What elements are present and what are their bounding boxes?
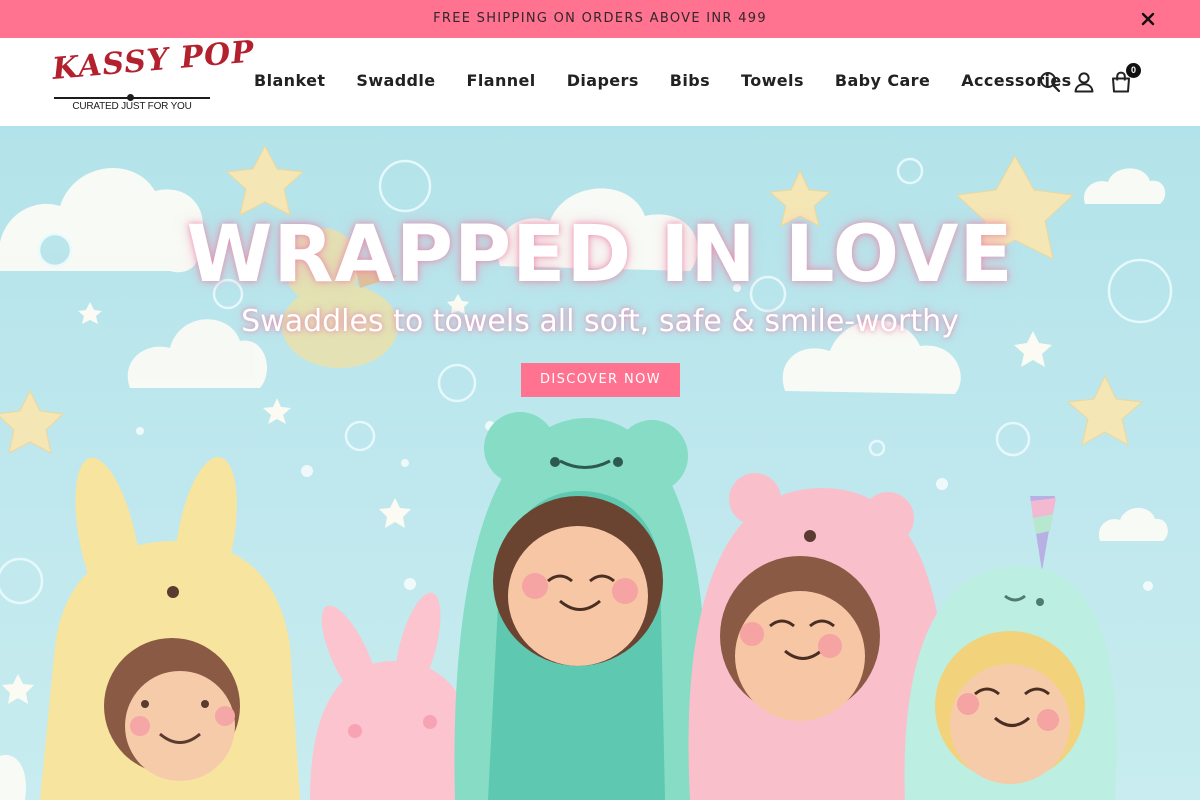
- logo-wordmark: KASSY POP: [50, 34, 257, 87]
- hero-subtitle: Swaddles to towels all soft, safe & smil…: [241, 304, 959, 339]
- user-icon[interactable]: [1073, 71, 1095, 93]
- site-header: KASSY POP CURATED JUST FOR YOU Blanket S…: [0, 34, 1200, 126]
- search-icon[interactable]: [1039, 71, 1061, 93]
- cart-count-badge: 0: [1126, 63, 1141, 78]
- logo-dot: [127, 94, 134, 101]
- logo[interactable]: KASSY POP CURATED JUST FOR YOU: [51, 34, 256, 114]
- nav-item-bibs[interactable]: Bibs: [670, 68, 710, 94]
- announcement-text: FREE SHIPPING ON ORDERS ABOVE INR 499: [433, 11, 767, 26]
- nav-item-swaddle[interactable]: Swaddle: [356, 68, 435, 94]
- nav-item-flannel[interactable]: Flannel: [467, 68, 536, 94]
- nav-item-baby-care[interactable]: Baby Care: [835, 68, 930, 94]
- hero-banner: WRAPPED IN LOVE Swaddles to towels all s…: [0, 126, 1200, 800]
- close-icon[interactable]: [1140, 11, 1156, 27]
- shopping-bag-icon[interactable]: 0: [1110, 63, 1141, 93]
- nav-item-towels[interactable]: Towels: [741, 68, 804, 94]
- logo-tagline: CURATED JUST FOR YOU: [72, 101, 192, 112]
- nav-item-blanket[interactable]: Blanket: [254, 68, 325, 94]
- main-nav: Blanket Swaddle Flannel Diapers Bibs Tow…: [254, 68, 1072, 94]
- announcement-bar: FREE SHIPPING ON ORDERS ABOVE INR 499: [0, 0, 1200, 38]
- discover-now-button[interactable]: DISCOVER NOW: [521, 363, 680, 397]
- hero-title: WRAPPED IN LOVE: [186, 210, 1014, 300]
- nav-item-diapers[interactable]: Diapers: [567, 68, 639, 94]
